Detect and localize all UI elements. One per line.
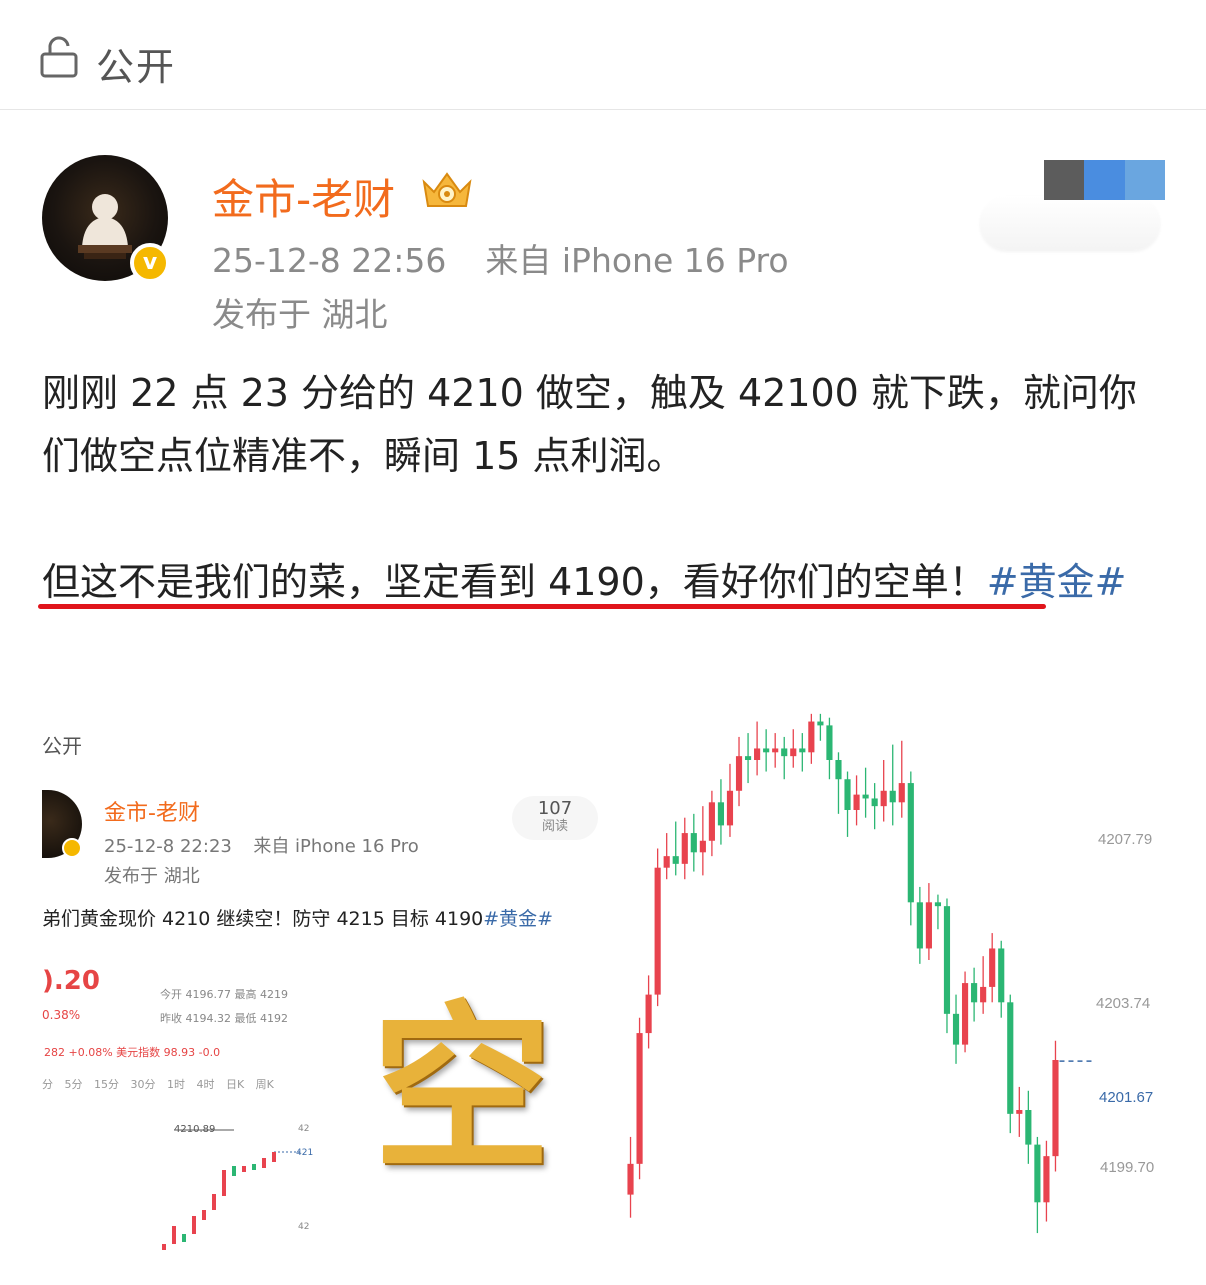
candle-body — [925, 902, 932, 949]
candle-body — [754, 748, 761, 760]
post-meta: 25-12-8 22:56 来自 iPhone 16 Pro — [212, 234, 789, 282]
candle-body — [817, 721, 824, 726]
crown-vip-icon — [422, 172, 472, 207]
price-label-4207.79: 4207.79 — [1098, 831, 1152, 848]
post-source: 来自 iPhone 16 Pro — [485, 241, 789, 280]
price-label-4199.70: 4199.70 — [1100, 1159, 1154, 1176]
price-label-4201.67: 4201.67 — [1099, 1089, 1153, 1106]
candle-body — [835, 760, 842, 780]
candle-body — [952, 1013, 960, 1045]
post-location: 发布于 湖北 — [212, 295, 388, 334]
candle-body — [772, 748, 779, 753]
candle-body — [1034, 1144, 1041, 1203]
candle-body — [1052, 1060, 1059, 1157]
candle-body — [808, 721, 815, 753]
candle-body — [1025, 1110, 1032, 1145]
candle-body — [681, 833, 688, 864]
candle-body — [672, 856, 679, 864]
candle-body — [663, 856, 670, 868]
author-name[interactable]: 金市-老财 — [212, 166, 395, 227]
follow-button[interactable] — [980, 196, 1160, 250]
candles — [627, 713, 1059, 1234]
candlestick-chart: 4207.79 4203.74 4201.67 4199.70 — [627, 713, 1154, 1234]
visibility-label: 公开 — [96, 45, 177, 89]
candle-body — [826, 725, 833, 760]
candle-body — [898, 783, 905, 803]
post-image[interactable]: 公开 金市-老财 25-12-8 22:23 来自 iPhone 16 Pro … — [42, 700, 1162, 1270]
candle-body — [907, 783, 914, 903]
hashtag-link[interactable]: #黄金# — [987, 560, 1127, 604]
post-body: 刚刚 22 点 23 分给的 4210 做空，触及 42100 就下跌，就问你们… — [42, 362, 1172, 614]
candle-body — [862, 794, 869, 799]
candle-body — [717, 802, 725, 826]
price-label-4203.74: 4203.74 — [1096, 995, 1150, 1012]
candle-body — [636, 1033, 643, 1164]
candle-body — [654, 867, 661, 995]
candle-body — [880, 790, 887, 807]
candle-body — [699, 840, 706, 853]
candle-body — [989, 948, 996, 987]
visibility-bar[interactable]: 公开 — [0, 0, 1206, 110]
post-text-line1: 刚刚 22 点 23 分给的 4210 做空，触及 42100 就下跌，就问你们… — [42, 371, 1137, 478]
candle-body — [853, 794, 860, 810]
candle-body — [735, 756, 743, 791]
candle-body — [980, 986, 987, 1003]
candle-body — [889, 790, 896, 803]
candle-body — [781, 748, 788, 757]
post-timestamp: 25-12-8 22:56 — [212, 241, 447, 280]
candle-body — [1016, 1110, 1023, 1114]
red-underline — [38, 604, 1046, 609]
candle-body — [871, 798, 878, 807]
candle-body — [1007, 1002, 1014, 1114]
verified-badge: v — [130, 243, 170, 283]
candle-body — [916, 902, 923, 949]
candle-body — [627, 1163, 634, 1195]
candle-body — [934, 902, 942, 907]
candle-body — [971, 983, 978, 1003]
candle-body — [726, 790, 734, 826]
candle-body — [708, 802, 715, 841]
candle-body — [961, 983, 969, 1045]
candle-body — [844, 779, 851, 810]
candle-body — [763, 748, 770, 753]
candle-body — [799, 748, 806, 753]
post-highlight-text: 但这不是我们的菜，坚定看到 4190，看好你们的空单！ — [42, 560, 987, 604]
follow-button-redacted — [1044, 160, 1165, 200]
candle-body — [645, 994, 652, 1034]
candle-body — [744, 756, 752, 760]
candle-body — [943, 906, 951, 1014]
lock-open-icon — [40, 36, 78, 78]
candle-body — [998, 948, 1005, 1003]
candle-body — [690, 833, 697, 853]
candle-body — [790, 748, 797, 757]
candle-body — [1043, 1156, 1050, 1203]
